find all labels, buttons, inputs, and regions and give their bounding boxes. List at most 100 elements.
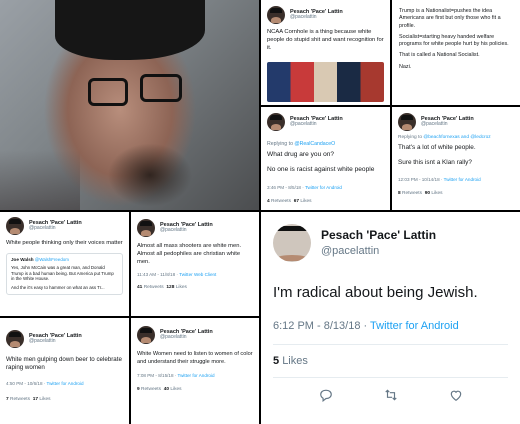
author-handle: @pacelattin [29,225,56,232]
tweet-text: NCAA Cornhole is a thing because white p… [267,29,384,51]
like-label: Likes [175,285,187,291]
tweet-image[interactable] [267,62,384,102]
quoted-author-name: Joe Walsh [11,256,34,262]
tweet-time: 3:46 PM - 8/5/18 · [267,184,305,190]
tweet-text-3: That is called a National Socialist. [399,52,480,59]
replying-prefix: Replying to [267,141,295,147]
replying-to: Replying to @RealCandaceO [267,141,384,147]
avatar [6,330,24,348]
like-count: 90 [424,191,431,197]
heart-icon[interactable] [449,388,463,402]
quoted-author-handle[interactable]: @WalshFreedom [35,257,69,262]
reply-mention[interactable]: @beachfornexas and @ledcroz [423,135,490,140]
profile-photo [0,0,259,210]
reply-icon[interactable] [319,388,333,402]
tweet-meta: 6:12 PM - 8/13/18 · Twitter for Android [273,320,508,332]
retweet-icon[interactable] [384,388,398,402]
author-name: Pesach 'Pace' Lattin [321,227,437,242]
photo-hair [55,0,205,60]
tweet-text-2: Socialist=starting heavy handed welfare … [399,33,509,48]
tweet-text-2: No one is racist against white people [267,165,375,173]
tweet-time: 4:50 PM - 10/6/18 · [6,380,47,386]
tweet-source[interactable]: Twitter Web Client [179,272,216,277]
tweet-header: Pesach 'Pace' Lattin @pacelattin [6,217,123,235]
avatar [6,217,24,235]
tweet-stats: 7 Retweets 17 Likes [6,397,123,402]
replying-to: Replying to @beachfornexas and @ledcroz [398,135,514,140]
like-count: 5 [273,355,280,367]
retweet-label: Retweets [271,198,292,204]
tweet-klan-rally[interactable]: Pesach 'Pace' Lattin @pacelattin Replyin… [392,107,520,210]
tweet-header: Pesach 'Pace' Lattin @pacelattin [267,6,384,24]
tweet-text-1: That's a lot of white people. [398,144,476,151]
tweet-text-1: Trump is a Nationalist=pushes the idea A… [399,8,501,29]
author-handle: @pacelattin [290,121,317,128]
tweet-stats: 5 Likes [273,355,508,367]
tweet-text: White Women need to listen to women of c… [137,351,253,365]
author-handle: @pacelattin [321,245,380,258]
tweet-stats: 8 Retweets 90 Likes [398,191,514,196]
retweet-count: 4 [267,198,270,204]
tweet-header: Pesach 'Pace' Lattin @pacelattin [273,224,508,262]
tweet-source[interactable]: Twitter for Android [370,320,459,332]
tweet-source[interactable]: Twitter for Android [47,381,84,386]
tweet-text: I'm radical about being Jewish. [273,284,478,301]
avatar [137,326,155,344]
like-count: 67 [293,198,300,204]
retweet-count: 8 [398,191,401,197]
photo-glasses-left [88,78,128,106]
tweet-header: Pesach 'Pace' Lattin @pacelattin [137,326,253,344]
retweet-label: Retweets [10,396,31,402]
tweet-header: Pesach 'Pace' Lattin @pacelattin [6,330,123,348]
tweet-header: Pesach 'Pace' Lattin @pacelattin [398,113,514,131]
tweet-cornhole[interactable]: Pesach 'Pace' Lattin @pacelattin NCAA Co… [261,0,390,105]
quoted-text-2: And the it's easy to hammer on what an a… [11,284,105,290]
tweet-source[interactable]: Twitter for Android [444,177,481,182]
tweet-white-women[interactable]: Pesach 'Pace' Lattin @pacelattin White W… [131,318,259,424]
avatar [273,224,311,262]
like-count: 128 [166,285,175,291]
avatar [267,6,285,24]
like-label: Likes [282,355,308,367]
like-label: Likes [39,396,51,402]
action-bar [273,388,508,402]
tweet-header: Pesach 'Pace' Lattin @pacelattin [267,113,384,131]
retweet-count: 41 [137,285,143,291]
tweet-header: Pesach 'Pace' Lattin @pacelattin [137,219,253,237]
tweet-voices[interactable]: Pesach 'Pace' Lattin @pacelattin White p… [0,212,129,316]
tweet-text-1: What drug are you on? [267,151,335,158]
like-label: Likes [300,198,312,204]
retweet-count: 7 [6,396,9,402]
divider [273,377,508,378]
tweet-meta: 11:43 AM - 11/8/18 · Twitter Web Client [137,272,253,277]
tweet-stats: 9 Retweets 40 Likes [137,387,253,392]
retweet-label: Retweets [141,387,162,393]
tweet-nationalist[interactable]: Trump is a Nationalist=pushes the idea A… [392,0,520,105]
avatar [398,113,416,131]
retweet-label: Retweets [143,285,164,291]
tweet-drug[interactable]: Pesach 'Pace' Lattin @pacelattin Replyin… [261,107,390,210]
tweet-text: Almost all mass shooters are white men. … [137,243,242,265]
tweet-source[interactable]: Twitter for Android [305,185,342,190]
tweet-beer[interactable]: Pesach 'Pace' Lattin @pacelattin White m… [0,318,129,424]
reply-mention[interactable]: @RealCandaceO [294,141,335,147]
photo-glasses-right [140,74,182,102]
author-handle: @pacelattin [160,227,187,234]
avatar [267,113,285,131]
quoted-text: Yes, John McCain was a great man, and Do… [11,264,114,282]
photo-shadow [0,150,80,210]
like-count: 17 [32,396,39,402]
tweet-source[interactable]: Twitter for Android [178,373,215,378]
tweet-mass-shooters[interactable]: Pesach 'Pace' Lattin @pacelattin Almost … [131,212,259,316]
like-count: 40 [163,387,170,393]
tweet-meta: 4:50 PM - 10/6/18 · Twitter for Android [6,381,123,386]
quoted-tweet[interactable]: Joe Walsh @WalshFreedom Yes, John McCain… [6,252,123,295]
tweet-meta: 12:03 PM - 10/14/18 · Twitter for Androi… [398,177,514,182]
tweet-radical[interactable]: Pesach 'Pace' Lattin @pacelattin I'm rad… [261,212,520,424]
tweet-stats: 41 Retweets 128 Likes [137,285,253,290]
tweet-text: White people thinking only their voices … [6,240,123,246]
tweet-time: 11:43 AM - 11/8/18 · [137,272,180,278]
retweet-label: Retweets [402,191,423,197]
retweet-count: 9 [137,387,140,393]
replying-prefix: Replying to [398,135,424,140]
